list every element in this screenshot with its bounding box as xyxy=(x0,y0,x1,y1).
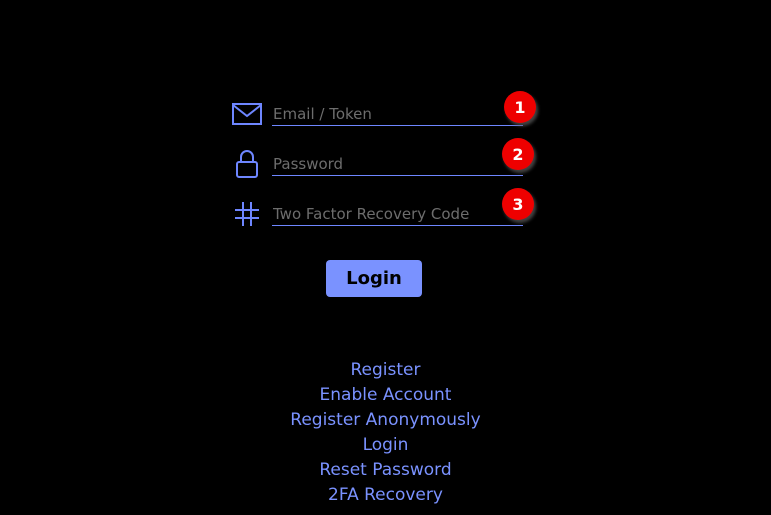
recovery-code-input[interactable] xyxy=(272,203,523,226)
auth-links: Register Enable Account Register Anonymo… xyxy=(0,358,771,508)
twofa-recovery-link[interactable]: 2FA Recovery xyxy=(328,483,443,508)
email-row xyxy=(230,98,530,130)
register-anonymously-link[interactable]: Register Anonymously xyxy=(290,408,480,433)
annotation-badge: 1 xyxy=(504,91,536,123)
annotation-badge: 2 xyxy=(502,138,534,170)
enable-account-link[interactable]: Enable Account xyxy=(320,383,452,408)
lock-icon xyxy=(230,148,264,180)
email-input[interactable] xyxy=(272,103,523,126)
envelope-icon xyxy=(230,98,264,130)
annotation-badge: 3 xyxy=(502,188,534,220)
hash-icon xyxy=(230,198,264,230)
password-row xyxy=(230,148,530,180)
register-link[interactable]: Register xyxy=(351,358,421,383)
password-input[interactable] xyxy=(272,153,523,176)
recovery-code-row xyxy=(230,198,530,230)
reset-password-link[interactable]: Reset Password xyxy=(319,458,451,483)
login-page: 1 2 3 Login Register Enable Account Regi… xyxy=(0,0,771,515)
login-button[interactable]: Login xyxy=(326,260,422,297)
login-link[interactable]: Login xyxy=(363,433,409,458)
